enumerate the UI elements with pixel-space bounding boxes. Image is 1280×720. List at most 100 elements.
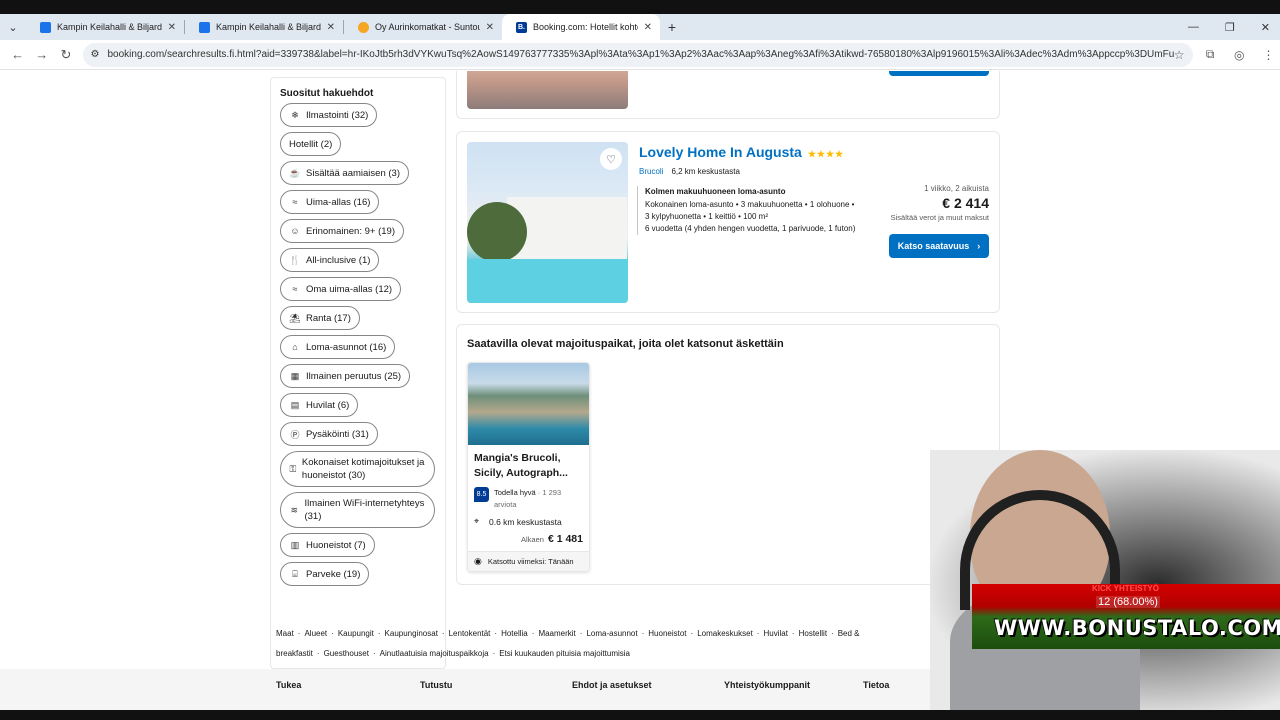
stay-length: 1 viikko, 2 aikuista	[924, 184, 989, 193]
os-top-strip	[0, 0, 1280, 14]
browser-tab[interactable]: Kampin Keilahalli & Biljardi Bar ✕	[185, 14, 343, 40]
score-text: Todella hyvä · 1 293 arviota	[494, 487, 583, 511]
footer-link[interactable]: Alueet	[304, 629, 327, 638]
reload-icon[interactable]: ↻	[54, 43, 77, 67]
review-score-row: 8.5 Todella hyvä · 1 293 arviota	[468, 481, 589, 511]
forward-arrow-icon[interactable]: →	[30, 43, 53, 67]
restore-icon[interactable]: ❐	[1225, 21, 1235, 34]
heart-icon[interactable]: ♡	[600, 148, 622, 170]
bookmark-star-icon[interactable]: ☆	[1174, 48, 1185, 62]
tab-search-chevron-icon[interactable]: ⌄	[0, 14, 26, 40]
footer-link[interactable]: Lentokentät	[449, 629, 491, 638]
availability-button[interactable]	[889, 71, 989, 76]
profile-avatar-icon[interactable]: ◎	[1228, 43, 1251, 67]
filter-chip[interactable]: Ⓟ Pysäköinti (31)	[280, 422, 378, 446]
footer-link[interactable]: Maamerkit	[538, 629, 575, 638]
property-photo[interactable]	[468, 363, 589, 445]
filter-chip[interactable]: ⌂ Loma-asunnot (16)	[280, 335, 396, 359]
filter-chip-label: Ilmastointi (32)	[306, 109, 369, 121]
footer-link[interactable]: Lomakeskukset	[697, 629, 753, 638]
browser-tab[interactable]: Oy Aurinkomatkat - Suntours Lt ✕	[344, 14, 502, 40]
footer-link-separator: ·	[531, 629, 535, 638]
footer-link-separator: ·	[331, 629, 334, 638]
footer-link[interactable]: Loma-asunnot	[586, 629, 637, 638]
city-link[interactable]: Brucoli	[639, 167, 663, 176]
footer-link[interactable]: Kaupungit	[338, 629, 374, 638]
filter-chip[interactable]: ▦ Ilmainen peruutus (25)	[280, 364, 411, 388]
pool-icon: ≈	[292, 284, 298, 294]
unit-line: 3 kylpyhuonetta • 1 keittiö • 100 m²	[645, 212, 768, 221]
footer-link[interactable]: Hostellit	[799, 629, 827, 638]
filter-chip[interactable]: ⛱ Ranta (17)	[280, 306, 360, 330]
extensions-puzzle-icon[interactable]: ⧉	[1199, 43, 1222, 67]
browser-tab-active[interactable]: B. Booking.com: Hotellit kohteess ✕	[502, 14, 660, 40]
filter-chip-label: Parveke (19)	[306, 568, 361, 580]
footer-link[interactable]: Guesthouset	[324, 649, 369, 658]
footer-link[interactable]: Etsi kuukauden pituisia majoittumisia	[499, 649, 630, 658]
site-info-icon[interactable]: ⚙	[91, 49, 100, 60]
filter-chip[interactable]: ⚿ Kokonaiset kotimajoitukset ja huoneisto…	[280, 451, 435, 487]
see-availability-button[interactable]: Katso saatavuus ›	[889, 234, 989, 258]
recent-property-card[interactable]: Mangia's Brucoli, Sicily, Autograph... 8…	[467, 362, 590, 572]
close-icon[interactable]: ✕	[327, 22, 335, 33]
close-icon[interactable]: ✕	[486, 22, 494, 33]
progress-text: 12 (68.00%)	[1096, 596, 1160, 608]
filter-chip-label: Sisältää aamiaisen (3)	[306, 167, 400, 179]
footer-link[interactable]: Huvilat	[763, 629, 787, 638]
filter-chip[interactable]: ▥ Huoneistot (7)	[280, 533, 375, 557]
new-tab-plus-icon[interactable]: +	[660, 14, 684, 40]
listing-photo[interactable]	[467, 71, 628, 109]
filter-chip-row: ▦ Ilmainen peruutus (25)	[280, 364, 436, 393]
filter-chip[interactable]: 🍴 All-inclusive (1)	[280, 248, 380, 272]
key-icon: ⚿	[289, 463, 297, 474]
url-omnibox[interactable]: ⚙ booking.com/searchresults.fi.html?aid=…	[82, 42, 1193, 67]
browser-tab[interactable]: Kampin Keilahalli & Biljardi Bar ✕	[26, 14, 184, 40]
filter-chip[interactable]: ≈ Uima-allas (16)	[280, 190, 380, 214]
wifi-icon: ≋	[290, 504, 298, 515]
filter-chip-list: ❄ Ilmastointi (32) Hotellit (2) ☕ Sisältää a…	[280, 103, 436, 591]
footer-column-heading: Tukea	[276, 680, 302, 690]
brand-text: WWW.BONUSTALO.COM	[994, 616, 1280, 640]
property-name[interactable]: Mangia's Brucoli, Sicily, Autograph...	[468, 445, 589, 481]
kebab-menu-icon[interactable]: ⋮	[1257, 43, 1280, 67]
filter-chip[interactable]: ☕ Sisältää aamiaisen (3)	[280, 161, 409, 185]
photo-pool-shape	[467, 259, 628, 303]
score-word: Todella hyvä	[494, 488, 536, 497]
footer-link[interactable]: Ainutlaatuisia majoituspaikkoja	[380, 649, 489, 658]
from-label: Alkaen	[521, 535, 544, 544]
beach-icon: ⛱	[289, 312, 301, 323]
unit-details: Kolmen makuuhuoneen loma-asunto Kokonain…	[637, 186, 867, 235]
footer-link[interactable]: Huoneistot	[648, 629, 686, 638]
footer-link[interactable]: Hotellia	[501, 629, 528, 638]
filter-chip-label: Pysäköinti (31)	[306, 428, 369, 440]
footer-link[interactable]: Kaupunginosat	[385, 629, 438, 638]
listing-name-link[interactable]: Lovely Home In Augusta	[639, 144, 802, 160]
pool-icon: ≈	[292, 197, 298, 207]
price-block: 1 viikko, 2 aikuista € 2 414 Sisältää ve…	[891, 184, 989, 222]
listing-card: ♡ Lovely Home In Augusta ★★★★ Brucoli 6,2 …	[456, 131, 1000, 313]
close-window-icon[interactable]: ✕	[1261, 21, 1270, 34]
footer-column-heading: Yhteistyökumppanit	[724, 680, 811, 690]
listing-photo[interactable]: ♡	[467, 142, 628, 303]
filter-chip[interactable]: ☺ Erinomainen: 9+ (19)	[280, 219, 404, 243]
close-icon[interactable]: ✕	[168, 22, 176, 33]
footer-link-separator: ·	[579, 629, 583, 638]
filter-chip[interactable]: ▤ Huvilat (6)	[280, 393, 359, 417]
address-bar: ← → ↻ ⚙ booking.com/searchresults.fi.htm…	[0, 40, 1280, 70]
filter-chip[interactable]: ≋ Ilmainen WiFi-internetyhteys (31)	[280, 492, 435, 528]
close-icon[interactable]: ✕	[644, 22, 652, 33]
back-arrow-icon[interactable]: ←	[6, 43, 29, 67]
filter-chip[interactable]: ⌸ Parveke (19)	[280, 562, 370, 586]
favicon-icon	[40, 21, 51, 33]
filter-chip[interactable]: ≈ Oma uima-allas (12)	[280, 277, 402, 301]
price-amount: € 2 414	[942, 195, 989, 211]
footer-link[interactable]: Maat	[276, 629, 294, 638]
filter-chip-label: Erinomainen: 9+ (19)	[306, 225, 395, 237]
tab-title: Oy Aurinkomatkat - Suntours Lt	[375, 22, 480, 32]
filter-chip-label: Oma uima-allas (12)	[306, 283, 393, 295]
filter-chip[interactable]: Hotellit (2)	[280, 132, 342, 156]
from-price-row: Alkaen € 1 481	[468, 527, 589, 545]
minimize-icon[interactable]: —	[1188, 21, 1199, 33]
filter-chip[interactable]: ❄ Ilmastointi (32)	[280, 103, 378, 127]
filter-chip-label: Uima-allas (16)	[306, 196, 371, 208]
